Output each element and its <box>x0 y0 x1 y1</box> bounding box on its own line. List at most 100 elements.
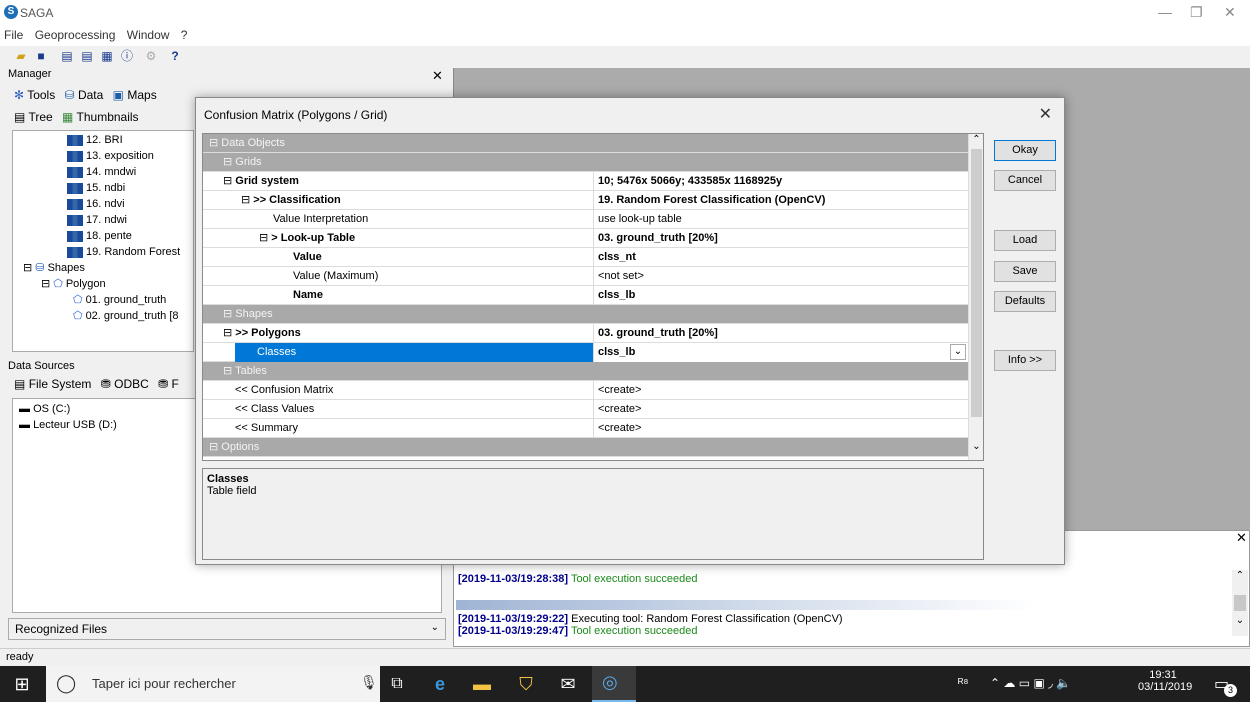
info-button[interactable]: Info >> <box>994 350 1056 371</box>
scroll-thumb[interactable] <box>971 149 982 417</box>
close-button[interactable]: ✕ <box>1224 4 1236 21</box>
manager-close-icon[interactable]: ✕ <box>432 68 443 84</box>
collapse-icon[interactable]: ⊟ <box>209 137 218 149</box>
messages-close-icon[interactable]: ✕ <box>1236 530 1247 546</box>
messages-scrollbar[interactable]: ⌃ ⌄ <box>1232 570 1248 636</box>
param-name[interactable]: Name clss_lb <box>203 286 968 305</box>
open-folder-icon[interactable]: ▰ <box>12 47 30 65</box>
defaults-button[interactable]: Defaults <box>994 291 1056 312</box>
classes-select[interactable]: clss_lb ⌄ <box>593 343 968 362</box>
section-data-objects[interactable]: ⊟ Data Objects <box>203 134 968 153</box>
save-button[interactable]: Save <box>994 261 1056 282</box>
tray-chevron-icon[interactable]: ⌃ <box>990 676 1000 690</box>
chevron-down-icon[interactable]: ⌄ <box>950 344 966 360</box>
cancel-button[interactable]: Cancel <box>994 170 1056 191</box>
menu-window[interactable]: Window <box>123 26 174 44</box>
windows-start-icon[interactable]: ⊞ <box>10 672 34 696</box>
menu-help[interactable]: ? <box>177 26 192 44</box>
tree-item[interactable]: ⬠ 02. ground_truth [8 <box>13 308 193 324</box>
security-icon[interactable]: ▣ <box>1033 676 1044 690</box>
param-grid-system[interactable]: ⊟ Grid system 10; 5476x 5066y; 433585x 1… <box>203 172 968 191</box>
tab-file-system[interactable]: File System <box>29 377 92 391</box>
layers-icon[interactable]: ▦ <box>98 47 116 65</box>
collapse-icon[interactable]: ⊟ <box>223 156 232 168</box>
tool-icon[interactable]: ⚙ <box>142 47 160 65</box>
param-class-values[interactable]: << Class Values <create> <box>203 400 968 419</box>
collapse-icon[interactable]: ⊟ <box>241 194 250 206</box>
dialog-close-icon[interactable]: ✕ <box>1039 104 1052 124</box>
system-tray[interactable]: ⌃ ☁ ▭ ▣ ◞ 🔈 <box>990 676 1071 690</box>
tree-item[interactable]: 18. pente <box>67 228 193 244</box>
task-view-icon[interactable]: ⧉ <box>385 672 409 696</box>
scroll-down-icon[interactable]: ⌄ <box>969 441 983 452</box>
scroll-up-icon[interactable]: ⌃ <box>969 134 983 145</box>
wifi-icon[interactable]: ◞ <box>1048 676 1053 690</box>
param-value[interactable]: Value clss_nt <box>203 248 968 267</box>
file-filter-select[interactable]: Recognized Files ⌄ <box>8 618 446 640</box>
okay-button[interactable]: Okay <box>994 140 1056 161</box>
section-shapes[interactable]: ⊟ Shapes <box>203 305 968 324</box>
param-polygons[interactable]: ⊟ >> Polygons 03. ground_truth [20%] <box>203 324 968 343</box>
help-icon[interactable]: ? <box>166 47 184 65</box>
restore-button[interactable]: ❐ <box>1190 4 1203 21</box>
tab-tree[interactable]: Tree <box>28 110 52 124</box>
tree-item[interactable]: 14. mndwi <box>67 164 193 180</box>
onedrive-icon[interactable]: ☁ <box>1003 676 1015 690</box>
people-icon[interactable]: ᴿ⁸ <box>958 676 968 690</box>
param-look-up-table[interactable]: ⊟ > Look-up Table 03. ground_truth [20%] <box>203 229 968 248</box>
param-confusion-matrix[interactable]: << Confusion Matrix <create> <box>203 381 968 400</box>
info-icon[interactable]: ⓘ <box>118 47 136 65</box>
section-options[interactable]: ⊟ Options <box>203 438 968 457</box>
minimize-button[interactable]: — <box>1158 4 1172 20</box>
menu-geoprocessing[interactable]: Geoprocessing <box>31 26 120 44</box>
collapse-icon[interactable]: ⊟ <box>223 365 232 377</box>
tree-item[interactable]: 16. ndvi <box>67 196 193 212</box>
collapse-icon[interactable]: ⊟ <box>23 262 32 274</box>
param-classes[interactable]: Classes clss_lb ⌄ <box>203 343 968 362</box>
volume-icon[interactable]: 🔈 <box>1056 676 1071 690</box>
scroll-up-icon[interactable]: ⌃ <box>1232 570 1248 581</box>
tree-item[interactable]: 19. Random Forest <box>67 244 193 260</box>
microphone-icon[interactable]: 🎙 <box>360 674 378 691</box>
section-grids[interactable]: ⊟ Grids <box>203 153 968 172</box>
menu-file[interactable]: File <box>0 26 27 44</box>
frame-icon[interactable]: ▤ <box>58 47 76 65</box>
tab-data[interactable]: Data <box>78 88 103 102</box>
tree-item[interactable]: 15. ndbi <box>67 180 193 196</box>
mail-icon[interactable]: ✉ <box>556 672 580 696</box>
battery-icon[interactable]: ▭ <box>1019 676 1030 690</box>
tree-item[interactable]: 17. ndwi <box>67 212 193 228</box>
collapse-icon[interactable]: ⊟ <box>223 175 232 187</box>
param-value-maximum[interactable]: Value (Maximum) <not set> <box>203 267 968 286</box>
tree-item[interactable]: 13. exposition <box>67 148 193 164</box>
tab-thumbnails[interactable]: Thumbnails <box>77 110 139 124</box>
clock[interactable]: 19:31 03/11/2019 <box>1138 669 1192 693</box>
save-icon[interactable]: ■ <box>32 47 50 65</box>
tree-shapes[interactable]: ⊟ ⛁ Shapes <box>13 260 193 276</box>
grid-scrollbar[interactable]: ⌃ ⌄ <box>968 134 983 460</box>
saga-taskbar-button[interactable]: ◎ <box>592 666 636 702</box>
scroll-down-icon[interactable]: ⌄ <box>1232 615 1248 626</box>
taskbar-search-box[interactable]: ◯ Taper ici pour rechercher 🎙 <box>46 666 380 702</box>
tree-item[interactable]: ⬠ 01. ground_truth <box>13 292 193 308</box>
tree-item[interactable]: 12. BRI <box>67 132 193 148</box>
section-tables[interactable]: ⊟ Tables <box>203 362 968 381</box>
tab-odbc[interactable]: ODBC <box>114 377 149 391</box>
edge-icon[interactable]: e <box>428 672 452 696</box>
param-value-interpretation[interactable]: Value Interpretation use look-up table <box>203 210 968 229</box>
collapse-icon[interactable]: ⊟ <box>259 232 268 244</box>
frame2-icon[interactable]: ▤ <box>78 47 96 65</box>
file-explorer-icon[interactable]: ▬ <box>470 672 494 696</box>
param-classification[interactable]: ⊟ >> Classification 19. Random Forest Cl… <box>203 191 968 210</box>
tree-polygon[interactable]: ⊟ ⬠ Polygon <box>13 276 193 292</box>
tab-maps[interactable]: Maps <box>127 88 156 102</box>
param-summary[interactable]: << Summary <create> <box>203 419 968 438</box>
scroll-thumb[interactable] <box>1234 595 1246 611</box>
tab-tools[interactable]: Tools <box>27 88 55 102</box>
collapse-icon[interactable]: ⊟ <box>223 308 232 320</box>
collapse-icon[interactable]: ⊟ <box>223 327 232 339</box>
store-icon[interactable]: ⛉ <box>514 672 538 696</box>
collapse-icon[interactable]: ⊟ <box>209 441 218 453</box>
load-button[interactable]: Load <box>994 230 1056 251</box>
tab-other[interactable]: F <box>172 377 179 391</box>
